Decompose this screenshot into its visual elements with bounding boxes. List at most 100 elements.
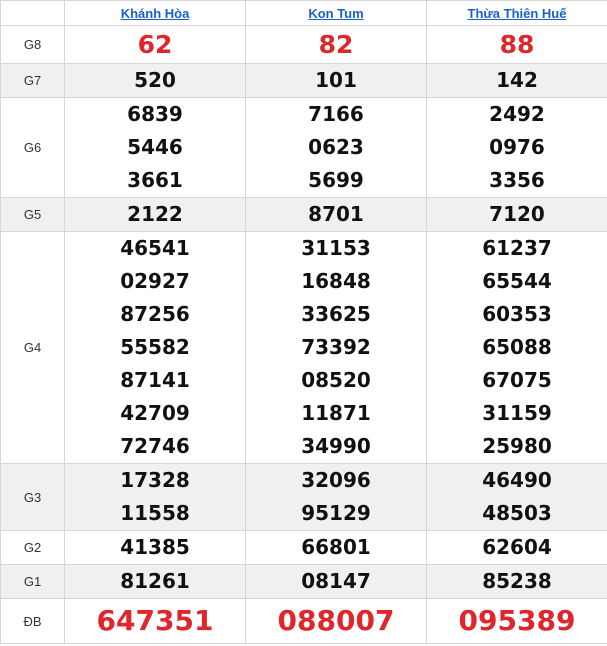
prize-number: 81261 — [120, 569, 190, 593]
prize-cell: 647351 — [64, 598, 246, 644]
prize-number: 72746 — [120, 434, 190, 458]
prize-cell: 62 — [64, 25, 246, 64]
province-header: Thừa Thiên Huế — [426, 0, 607, 26]
prize-number: 7166 — [308, 102, 364, 126]
prize-cell: 095389 — [426, 598, 607, 644]
prize-number: 2122 — [127, 202, 183, 226]
prize-number: 25980 — [482, 434, 552, 458]
prize-cell: 142 — [426, 63, 607, 98]
prize-number: 65544 — [482, 269, 552, 293]
prize-row-g2: G2 41385 66801 62604 — [0, 530, 607, 565]
prize-number: 87256 — [120, 302, 190, 326]
prize-number: 42709 — [120, 401, 190, 425]
prize-cell: 46490 48503 — [426, 463, 607, 531]
prize-cell: 88 — [426, 25, 607, 64]
prize-number: 95129 — [301, 501, 371, 525]
prize-number: 65088 — [482, 335, 552, 359]
prize-number: 101 — [315, 68, 357, 92]
prize-number: 62 — [137, 30, 173, 59]
lottery-results-table: Khánh Hòa Kon Tum Thừa Thiên Huế G8 62 82 8… — [0, 0, 607, 644]
prize-cell: 62604 — [426, 530, 607, 565]
prize-number: 6839 — [127, 102, 183, 126]
prize-number: 142 — [496, 68, 538, 92]
prize-label: G6 — [0, 97, 65, 198]
prize-cell: 17328 11558 — [64, 463, 246, 531]
prize-row-g8: G8 62 82 88 — [0, 25, 607, 64]
prize-cell: 81261 — [64, 564, 246, 599]
prize-number: 67075 — [482, 368, 552, 392]
prize-cell: 2492 0976 3356 — [426, 97, 607, 198]
prize-cell: 6839 5446 3661 — [64, 97, 246, 198]
prize-number: 73392 — [301, 335, 371, 359]
prize-number: 8701 — [308, 202, 364, 226]
prize-label: G7 — [0, 63, 65, 98]
prize-number: 31153 — [301, 236, 371, 260]
prize-number: 2492 — [489, 102, 545, 126]
prize-cell: 7120 — [426, 197, 607, 232]
prize-cell: 08147 — [245, 564, 427, 599]
prize-row-g1: G1 81261 08147 85238 — [0, 564, 607, 599]
prize-number: 11558 — [120, 501, 190, 525]
prize-number: 85238 — [482, 569, 552, 593]
province-link-thua-thien-hue[interactable]: Thừa Thiên Huế — [468, 6, 567, 21]
prize-label: G3 — [0, 463, 65, 531]
province-link-khanh-hoa[interactable]: Khánh Hòa — [121, 6, 190, 21]
prize-body: G8 62 82 88 G7 520 101 142 G6 6839 5446 3661 7166 062… — [0, 25, 607, 644]
prize-number: 16848 — [301, 269, 371, 293]
prize-number: 88 — [499, 30, 535, 59]
prize-number: 5446 — [127, 135, 183, 159]
prize-number: 0623 — [308, 135, 364, 159]
prize-number: 34990 — [301, 434, 371, 458]
prize-number: 17328 — [120, 468, 190, 492]
prize-cell: 66801 — [245, 530, 427, 565]
prize-number: 31159 — [482, 401, 552, 425]
prize-cell: 088007 — [245, 598, 427, 644]
prize-number: 33625 — [301, 302, 371, 326]
header-row: Khánh Hòa Kon Tum Thừa Thiên Huế — [0, 0, 607, 26]
prize-number: 82 — [318, 30, 354, 59]
prize-number: 02927 — [120, 269, 190, 293]
prize-number: 3661 — [127, 168, 183, 192]
prize-label: G5 — [0, 197, 65, 232]
prize-row-g4: G4 46541 02927 87256 55582 87141 42709 72746 311… — [0, 231, 607, 464]
province-link-kon-tum[interactable]: Kon Tum — [308, 6, 363, 21]
prize-row-g3: G3 17328 11558 32096 95129 46490 48503 — [0, 463, 607, 531]
prize-cell: 31153 16848 33625 73392 08520 11871 34990 — [245, 231, 427, 464]
prize-number: 520 — [134, 68, 176, 92]
prize-number: 08520 — [301, 368, 371, 392]
prize-label: G1 — [0, 564, 65, 599]
prize-cell: 46541 02927 87256 55582 87141 42709 72746 — [64, 231, 246, 464]
prize-number: 87141 — [120, 368, 190, 392]
prize-cell: 61237 65544 60353 65088 67075 31159 25980 — [426, 231, 607, 464]
prize-number: 11871 — [301, 401, 371, 425]
prize-label: G2 — [0, 530, 65, 565]
prize-number: 5699 — [308, 168, 364, 192]
prize-number: 095389 — [458, 604, 576, 637]
prize-number: 647351 — [96, 604, 214, 637]
corner-cell — [0, 0, 65, 26]
prize-cell: 2122 — [64, 197, 246, 232]
prize-cell: 101 — [245, 63, 427, 98]
prize-number: 7120 — [489, 202, 545, 226]
prize-number: 41385 — [120, 535, 190, 559]
prize-row-g5: G5 2122 8701 7120 — [0, 197, 607, 232]
prize-cell: 82 — [245, 25, 427, 64]
prize-number: 3356 — [489, 168, 545, 192]
prize-cell: 41385 — [64, 530, 246, 565]
prize-number: 32096 — [301, 468, 371, 492]
prize-label: G8 — [0, 25, 65, 64]
prize-cell: 85238 — [426, 564, 607, 599]
prize-row-đb: ĐB 647351 088007 095389 — [0, 598, 607, 644]
province-header: Khánh Hòa — [64, 0, 246, 26]
prize-number: 0976 — [489, 135, 545, 159]
prize-number: 08147 — [301, 569, 371, 593]
prize-number: 46541 — [120, 236, 190, 260]
prize-row-g7: G7 520 101 142 — [0, 63, 607, 98]
prize-number: 088007 — [277, 604, 395, 637]
prize-row-g6: G6 6839 5446 3661 7166 0623 5699 2492 0976 3356 — [0, 97, 607, 198]
prize-cell: 520 — [64, 63, 246, 98]
prize-cell: 7166 0623 5699 — [245, 97, 427, 198]
prize-label: ĐB — [0, 598, 65, 644]
prize-number: 61237 — [482, 236, 552, 260]
province-header: Kon Tum — [245, 0, 427, 26]
